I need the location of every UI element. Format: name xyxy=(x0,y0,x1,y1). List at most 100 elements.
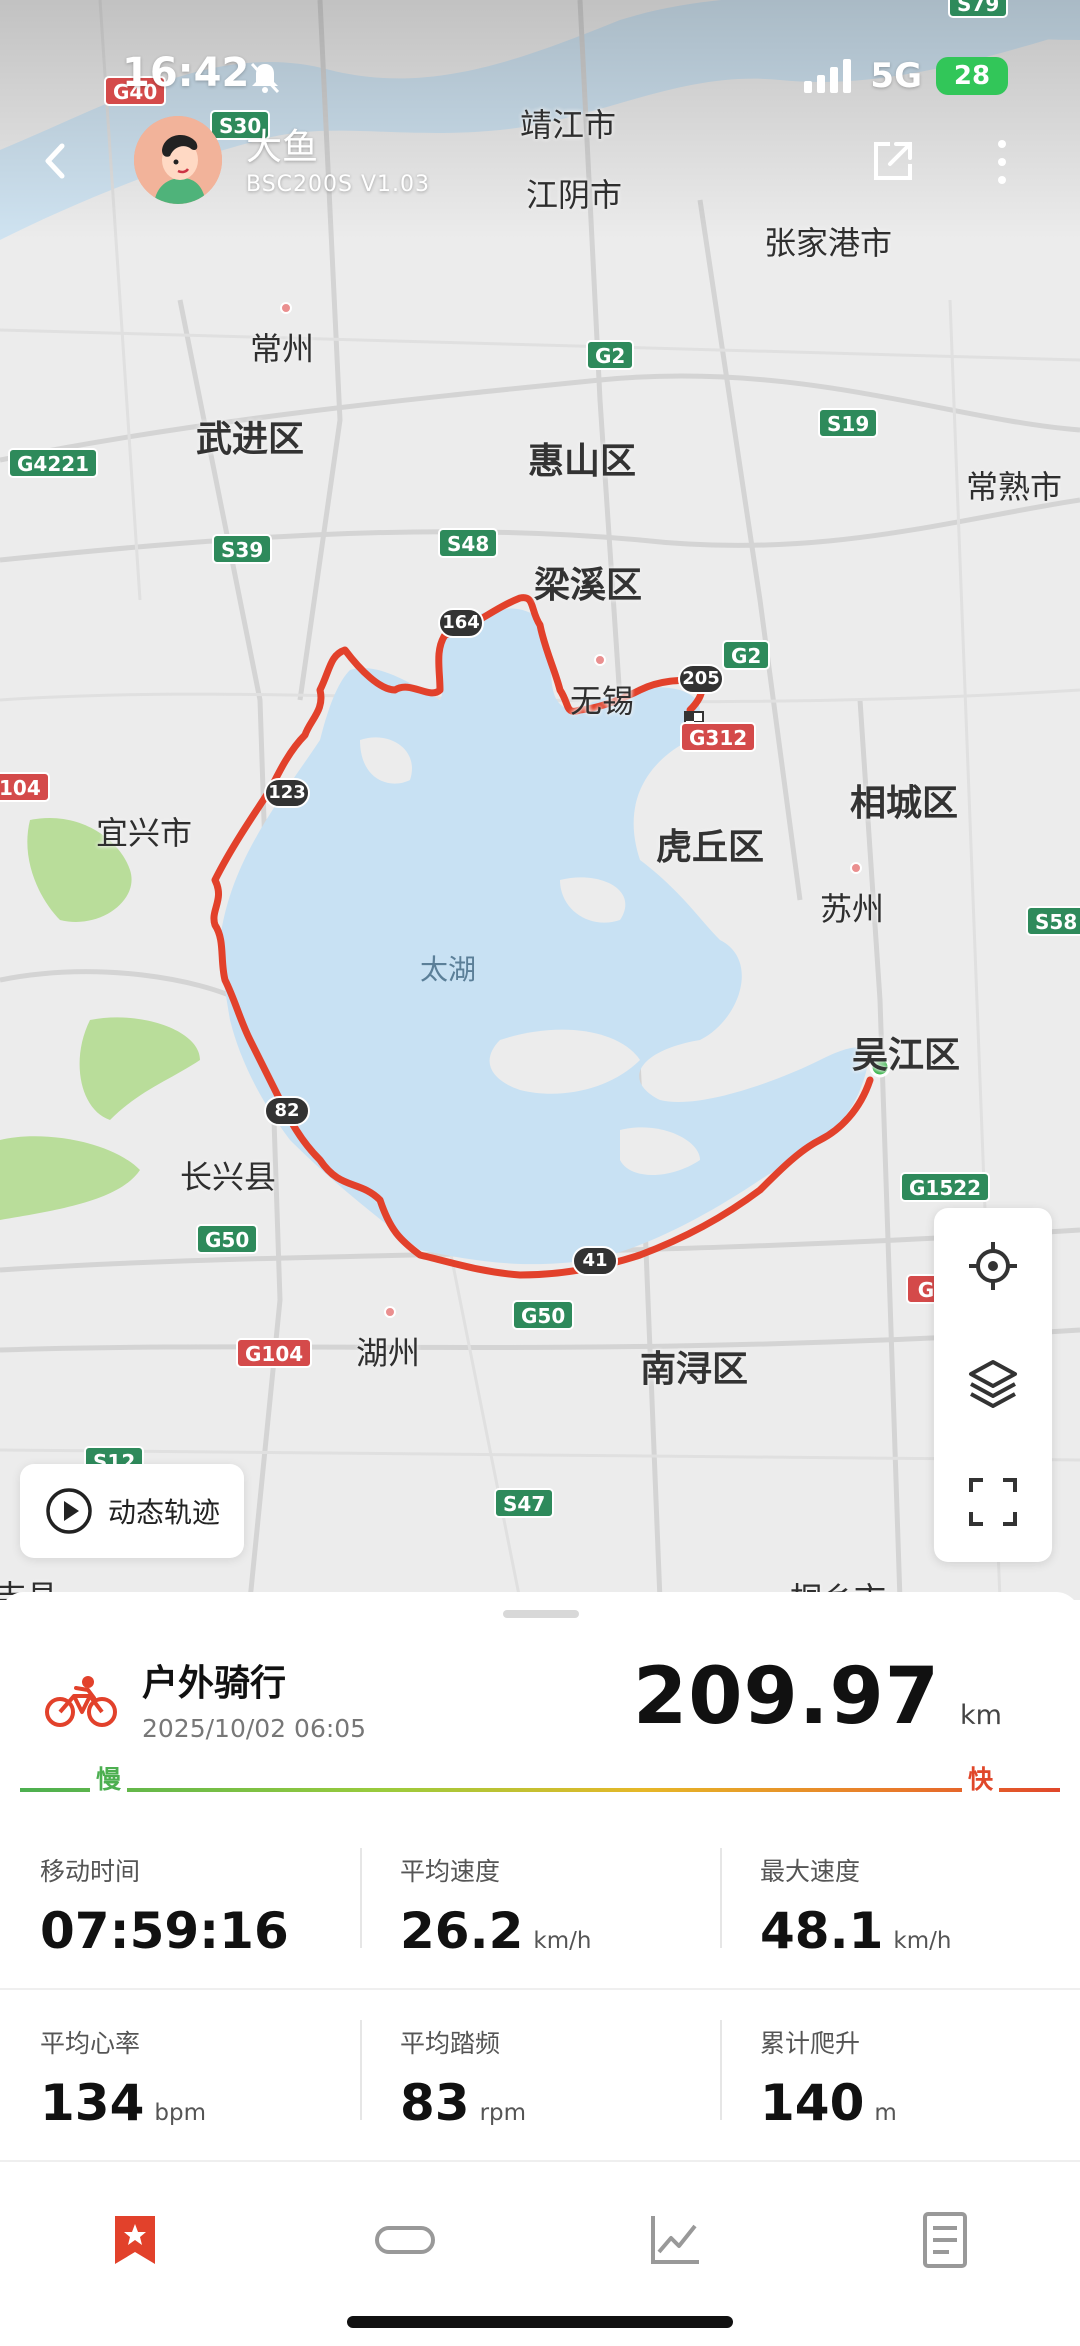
map-label-lake: 太湖 xyxy=(420,953,477,986)
city-dot xyxy=(384,1306,396,1318)
highway-shield: S39 xyxy=(212,534,273,564)
map-label: 张家港市 xyxy=(764,224,893,262)
stat-label: 累计爬升 xyxy=(760,2029,861,2058)
stat-label: 平均心率 xyxy=(40,2029,141,2058)
map-label: 南浔区 xyxy=(640,1349,749,1390)
stat-max-speed: 最大速度 48.1 km/h xyxy=(720,1818,1080,1990)
map-label: 相城区 xyxy=(850,783,959,824)
highway-shield: G104 xyxy=(236,1338,313,1368)
bookmark-star-icon[interactable] xyxy=(105,2210,165,2270)
map-label: 虎丘区 xyxy=(656,827,765,868)
speed-slow-label: 慢 xyxy=(90,1760,128,1796)
map-label: 武进区 xyxy=(196,419,305,460)
avatar-illustration xyxy=(134,116,222,204)
stat-label: 平均速度 xyxy=(400,1857,501,1886)
stat-label: 平均踏频 xyxy=(400,2029,501,2058)
divider xyxy=(360,2020,362,2120)
highway-shield: G50 xyxy=(196,1224,259,1254)
highway-shield: 104 xyxy=(0,772,50,802)
stats-row: 移动时间 07:59:16 平均速度 26.2 km/h 最大速度 48.1 km/… xyxy=(0,1818,1080,1990)
share-icon[interactable] xyxy=(870,138,916,184)
drag-handle[interactable] xyxy=(503,1610,579,1618)
activity-detail-screen: 靖江市 江阴市 张家港市 常州 武进区 惠山区 常熟市 梁溪区 无锡 宜兴市 相… xyxy=(0,0,1080,2346)
divider xyxy=(720,2020,722,2120)
highway-shield: S58 xyxy=(1026,906,1080,936)
chart-line-icon[interactable] xyxy=(645,2210,705,2270)
map-label: 无锡 xyxy=(570,682,635,720)
dynamic-track-button[interactable]: 动态轨迹 xyxy=(20,1464,244,1558)
stat-value: 140 m xyxy=(760,2074,897,2132)
network-type: 5G xyxy=(870,56,922,96)
map-label: 惠山区 xyxy=(528,441,637,482)
route-km-badge: 41 xyxy=(572,1246,618,1276)
status-time: 16:42 xyxy=(122,50,250,96)
stat-unit: rpm xyxy=(479,2100,527,2126)
divider xyxy=(360,1848,362,1948)
map-label: 宜兴市 xyxy=(96,814,193,852)
battery-indicator: 28 xyxy=(936,57,1008,95)
stat-label: 最大速度 xyxy=(760,1857,861,1886)
stat-number: 83 xyxy=(400,2074,470,2132)
activity-datetime: 2025/10/02 06:05 xyxy=(142,1714,367,1743)
stat-value: 83 rpm xyxy=(400,2074,526,2132)
stat-unit: km/h xyxy=(893,1928,952,1954)
highway-shield: G312 xyxy=(680,722,757,752)
highway-shield: G4221 xyxy=(8,448,99,478)
map-label: 长兴县 xyxy=(180,1158,277,1196)
activity-summary-panel: 户外骑行 2025/10/02 06:05 209.97 km 慢 快 移动时间… xyxy=(0,1592,1080,2346)
stat-avg-cadence: 平均踏频 83 rpm xyxy=(360,1990,720,2162)
city-dot xyxy=(850,862,862,874)
stat-elevation-gain: 累计爬升 140 m xyxy=(720,1990,1080,2162)
stat-value: 07:59:16 xyxy=(40,1902,289,1960)
stat-label: 移动时间 xyxy=(40,1857,141,1886)
highway-shield: G2 xyxy=(586,340,635,370)
more-icon[interactable] xyxy=(990,136,1014,188)
route-km-badge: 164 xyxy=(438,608,484,638)
map-label: 常州 xyxy=(250,330,315,368)
device-name: BSC200S V1.03 xyxy=(246,172,431,197)
activity-type: 户外骑行 xyxy=(142,1663,287,1704)
route-km-badge: 123 xyxy=(264,778,310,808)
distance-value: 209.97 xyxy=(633,1652,940,1742)
highway-shield: S79 xyxy=(948,0,1009,18)
stat-value: 48.1 km/h xyxy=(760,1902,951,1960)
stat-value: 134 bpm xyxy=(40,2074,206,2132)
fullscreen-icon[interactable] xyxy=(965,1474,1021,1530)
layers-icon[interactable] xyxy=(965,1356,1021,1412)
back-button[interactable] xyxy=(30,136,80,186)
stats-row: 平均心率 134 bpm 平均踏频 83 rpm 累计爬升 140 m xyxy=(0,1990,1080,2162)
stat-number: 134 xyxy=(40,2074,145,2132)
battery-level: 28 xyxy=(953,61,991,91)
stat-unit: km/h xyxy=(533,1928,592,1954)
user-name: 大鱼 xyxy=(246,127,319,168)
stat-unit: m xyxy=(874,2100,897,2126)
highway-shield: S48 xyxy=(438,528,499,558)
document-icon[interactable] xyxy=(915,2210,975,2270)
city-dot xyxy=(280,302,292,314)
stat-number: 48.1 xyxy=(760,1902,884,1960)
bottom-tab-bar xyxy=(0,2186,1080,2296)
locate-icon[interactable] xyxy=(965,1238,1021,1294)
route-km-badge: 205 xyxy=(678,664,724,694)
divider xyxy=(720,1848,722,1948)
stat-unit: bpm xyxy=(154,2100,206,2126)
route-km-badge: 82 xyxy=(264,1096,310,1126)
signal-icon xyxy=(804,59,852,93)
status-indicators: 5G 28 xyxy=(804,56,1008,96)
route-map[interactable]: 靖江市 江阴市 张家港市 常州 武进区 惠山区 常熟市 梁溪区 无锡 宜兴市 相… xyxy=(0,0,1080,1600)
map-label: 梁溪区 xyxy=(534,565,643,606)
dynamic-track-label: 动态轨迹 xyxy=(108,1496,221,1529)
map-label: 湖州 xyxy=(356,1334,421,1372)
speed-fast-label: 快 xyxy=(962,1760,1000,1796)
cycling-icon xyxy=(45,1676,117,1727)
map-label: 苏州 xyxy=(820,890,885,928)
map-controls xyxy=(934,1208,1052,1562)
stat-moving-time: 移动时间 07:59:16 xyxy=(0,1818,360,1990)
capsule-icon[interactable] xyxy=(375,2210,435,2270)
stat-number: 140 xyxy=(760,2074,865,2132)
avatar[interactable] xyxy=(134,116,222,204)
stat-value: 26.2 km/h xyxy=(400,1902,591,1960)
distance-unit: km xyxy=(960,1700,1002,1731)
home-indicator xyxy=(347,2316,733,2328)
map-label: 江阴市 xyxy=(526,176,623,214)
